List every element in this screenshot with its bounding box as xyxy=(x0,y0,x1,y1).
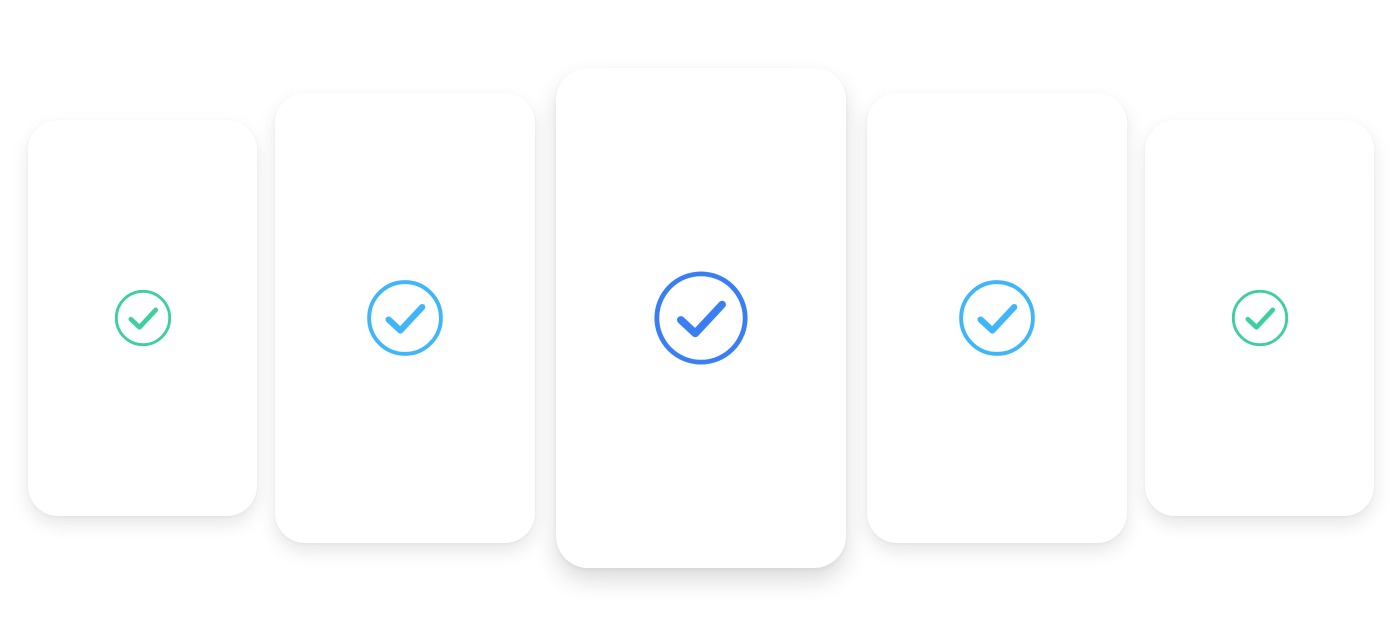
card-option-1[interactable] xyxy=(28,120,257,516)
card-option-3-selected[interactable] xyxy=(556,68,846,568)
card-option-2[interactable] xyxy=(275,93,535,543)
check-circle-icon xyxy=(959,280,1035,356)
card-carousel xyxy=(0,0,1400,640)
check-circle-icon xyxy=(654,271,748,365)
card-option-5[interactable] xyxy=(1145,120,1374,516)
check-circle-icon xyxy=(114,289,171,347)
card-option-4[interactable] xyxy=(867,93,1127,543)
check-circle-icon xyxy=(367,280,443,356)
check-circle-icon xyxy=(1231,289,1288,347)
